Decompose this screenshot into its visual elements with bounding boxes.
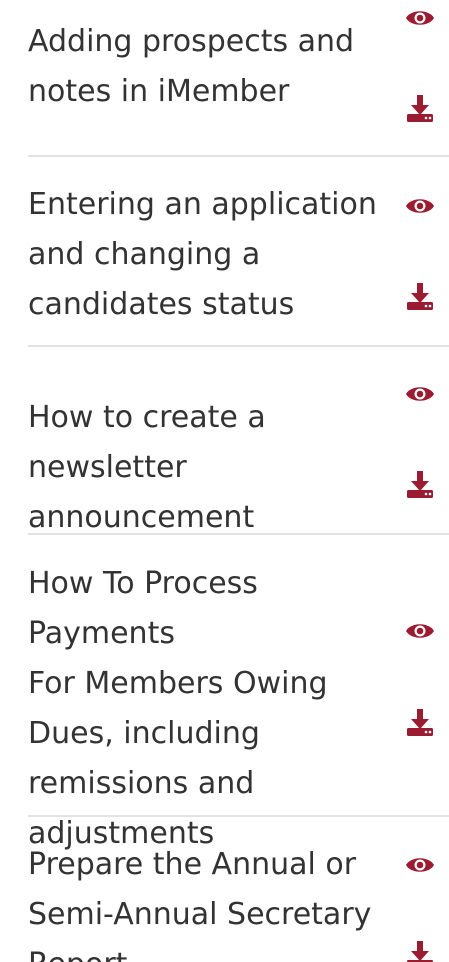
download-icon[interactable] — [404, 468, 436, 500]
document-title[interactable]: Adding prospects and notes in iMember — [28, 17, 408, 117]
eye-icon[interactable] — [404, 190, 436, 222]
document-list: Adding prospects and notes in iMember En… — [0, 0, 449, 962]
eye-icon[interactable] — [404, 2, 436, 34]
document-title[interactable]: Prepare the Annual or Semi-Annual Secret… — [28, 840, 408, 962]
document-title[interactable]: Entering an application and changing a c… — [28, 180, 408, 330]
eye-icon[interactable] — [404, 615, 436, 647]
list-item: Entering an application and changing a c… — [0, 158, 449, 348]
divider — [28, 345, 449, 347]
divider — [28, 533, 449, 535]
eye-icon[interactable] — [404, 849, 436, 881]
list-item: Prepare the Annual or Semi-Annual Secret… — [0, 818, 449, 962]
divider — [28, 155, 449, 157]
eye-icon[interactable] — [404, 378, 436, 410]
divider — [28, 815, 449, 817]
download-icon[interactable] — [404, 280, 436, 312]
list-item: How To Process Payments For Members Owin… — [0, 536, 449, 851]
list-item: Adding prospects and notes in iMember — [0, 0, 449, 158]
document-title[interactable]: How to create a newsletter announcement — [28, 393, 408, 543]
download-icon[interactable] — [404, 706, 436, 738]
download-icon[interactable] — [404, 938, 436, 962]
document-title[interactable]: How To Process Payments For Members Owin… — [28, 559, 408, 859]
download-icon[interactable] — [404, 92, 436, 124]
list-item: How to create a newsletter announcement — [0, 348, 449, 536]
